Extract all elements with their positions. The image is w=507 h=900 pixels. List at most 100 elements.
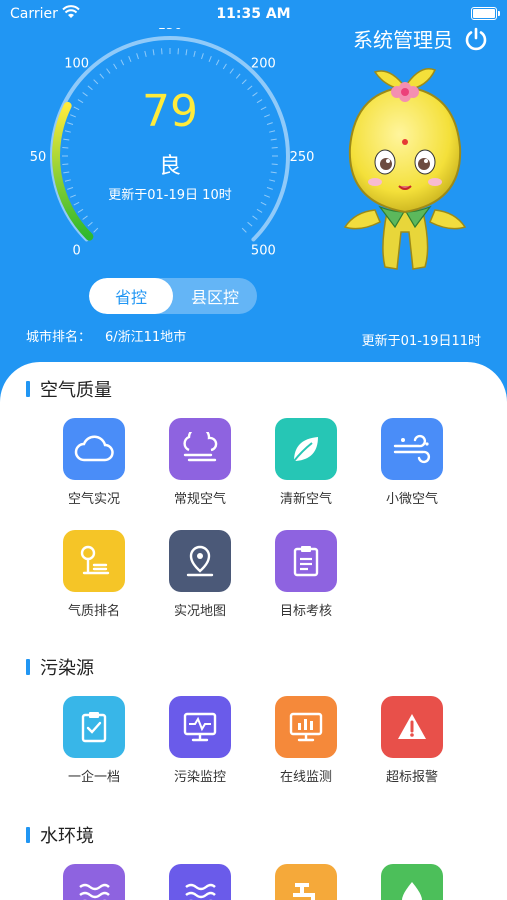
toggle-county[interactable]: 县区控 <box>173 278 257 314</box>
tile-enterprise-file[interactable]: 一企一档 <box>54 696 134 785</box>
water-drop-icon <box>381 864 443 900</box>
section-accent-bar <box>26 659 30 675</box>
header-user: 系统管理员 <box>353 24 489 53</box>
gauge-tick <box>235 73 241 79</box>
gauge-tick <box>64 179 71 182</box>
cloud-icon <box>63 418 125 480</box>
gauge-tick <box>63 138 70 141</box>
section-air-quality: 空气质量 <box>26 376 112 402</box>
gauge-tick <box>252 215 258 220</box>
tile-label: 空气实况 <box>67 492 120 507</box>
tile-air-live[interactable]: 空气实况 <box>54 418 134 507</box>
aqi-updated-time: 更新于01-19日 10时 <box>108 188 232 203</box>
tile-live-map[interactable]: 实况地图 <box>160 530 240 619</box>
ranking-updated-time: 更新于01-19日11时 <box>361 334 481 349</box>
ranking-icon <box>63 530 125 592</box>
gauge-scale-label: 200 <box>251 57 276 72</box>
tile-water-1[interactable] <box>54 864 134 900</box>
gauge-tick <box>208 56 212 62</box>
alert-icon <box>381 696 443 758</box>
gauge-tick <box>201 53 204 60</box>
leaf-icon <box>275 418 337 480</box>
toggle-provincial[interactable]: 省控 <box>89 278 173 314</box>
gauge-tick <box>256 208 263 213</box>
gauge-tick <box>269 179 276 182</box>
tile-label: 污染监控 <box>173 770 226 785</box>
tile-water-3[interactable] <box>266 864 346 900</box>
section-title-air: 空气质量 <box>40 380 112 401</box>
gauge-tick <box>113 63 118 70</box>
gauge-tick <box>136 53 139 60</box>
section-title-pollution: 污染源 <box>40 658 94 679</box>
tile-water-2[interactable] <box>160 864 240 900</box>
gauge-tick <box>99 73 105 79</box>
map-pin-icon <box>169 530 231 592</box>
tile-fresh-air[interactable]: 清新空气 <box>266 418 346 507</box>
ranking-label: 城市排名： <box>26 330 92 345</box>
faucet-icon <box>275 864 337 900</box>
waves-icon <box>63 864 125 900</box>
gauge-tick <box>215 59 220 66</box>
tile-label: 在线监测 <box>279 770 332 785</box>
tile-label: 超标报警 <box>385 770 438 785</box>
aqi-level: 良 <box>158 154 181 179</box>
gauge-tick <box>128 56 132 62</box>
gauge-tick <box>87 221 93 227</box>
gauge-tick <box>247 221 253 227</box>
content-panel: 空气质量 空气实况 常规空气 清新空气 小微空气 气质排名 实况地图 目标考核 … <box>0 362 507 900</box>
gauge-tick <box>120 59 125 66</box>
gauge-tick <box>93 227 99 233</box>
gauge-tick <box>193 50 196 57</box>
tile-overlimit-alarm[interactable]: 超标报警 <box>372 696 452 785</box>
tile-pollution-monitor[interactable]: 污染监控 <box>160 696 240 785</box>
user-name: 系统管理员 <box>353 28 453 52</box>
clipboard-icon <box>275 530 337 592</box>
gauge-tick <box>93 79 99 85</box>
gauge-scale-label: 100 <box>64 57 89 72</box>
power-icon[interactable] <box>463 26 489 52</box>
mascot-illustration <box>343 68 467 270</box>
tile-label: 清新空气 <box>279 492 332 507</box>
gauge-tick <box>82 215 88 220</box>
tile-label: 小微空气 <box>385 492 438 507</box>
tile-online-monitoring[interactable]: 在线监测 <box>266 696 346 785</box>
city-ranking: 城市排名： 6/浙江11地市 <box>26 326 186 345</box>
section-water-environment: 水环境 <box>26 822 94 848</box>
monitor-pulse-icon <box>169 696 231 758</box>
gauge-tick <box>106 68 111 74</box>
gauge-tick <box>152 49 155 56</box>
tile-label: 目标考核 <box>279 604 332 619</box>
battery-icon <box>471 7 500 20</box>
gauge-tick <box>185 49 188 56</box>
tile-label: 常规空气 <box>173 492 226 507</box>
gauge-tick <box>144 50 147 57</box>
tile-label: 气质排名 <box>67 604 120 619</box>
gauge-tick <box>241 79 247 85</box>
section-accent-bar <box>26 381 30 397</box>
tile-micro-air[interactable]: 小微空气 <box>372 418 452 507</box>
gauge-scale-label: 500 <box>251 243 276 258</box>
gauge-scale-label: 150 <box>158 28 183 33</box>
gauge-scale-label: 0 <box>73 243 81 258</box>
tile-target-assessment[interactable]: 目标考核 <box>266 530 346 619</box>
clipboard-check-icon <box>63 696 125 758</box>
tile-water-4[interactable] <box>372 864 452 900</box>
section-pollution-source: 污染源 <box>26 654 94 680</box>
section-accent-bar <box>26 827 30 843</box>
gauge-tick <box>229 68 234 74</box>
tile-regular-air[interactable]: 常规空气 <box>160 418 240 507</box>
gauge-tick <box>241 227 247 233</box>
ranking-value: 6/浙江11地市 <box>105 330 187 345</box>
monitor-chart-icon <box>275 696 337 758</box>
gauge-tick <box>77 208 84 213</box>
tile-label: 一企一档 <box>67 770 120 785</box>
wind-icon <box>381 418 443 480</box>
tile-label: 实况地图 <box>173 604 226 619</box>
tile-quality-ranking[interactable]: 气质排名 <box>54 530 134 619</box>
waves-icon <box>169 864 231 900</box>
aqi-value: 79 <box>142 86 198 137</box>
cloud-wind-icon <box>169 418 231 480</box>
section-title-water: 水环境 <box>40 826 94 847</box>
gauge-tick <box>270 138 277 141</box>
status-time: 11:35 AM <box>216 6 291 22</box>
